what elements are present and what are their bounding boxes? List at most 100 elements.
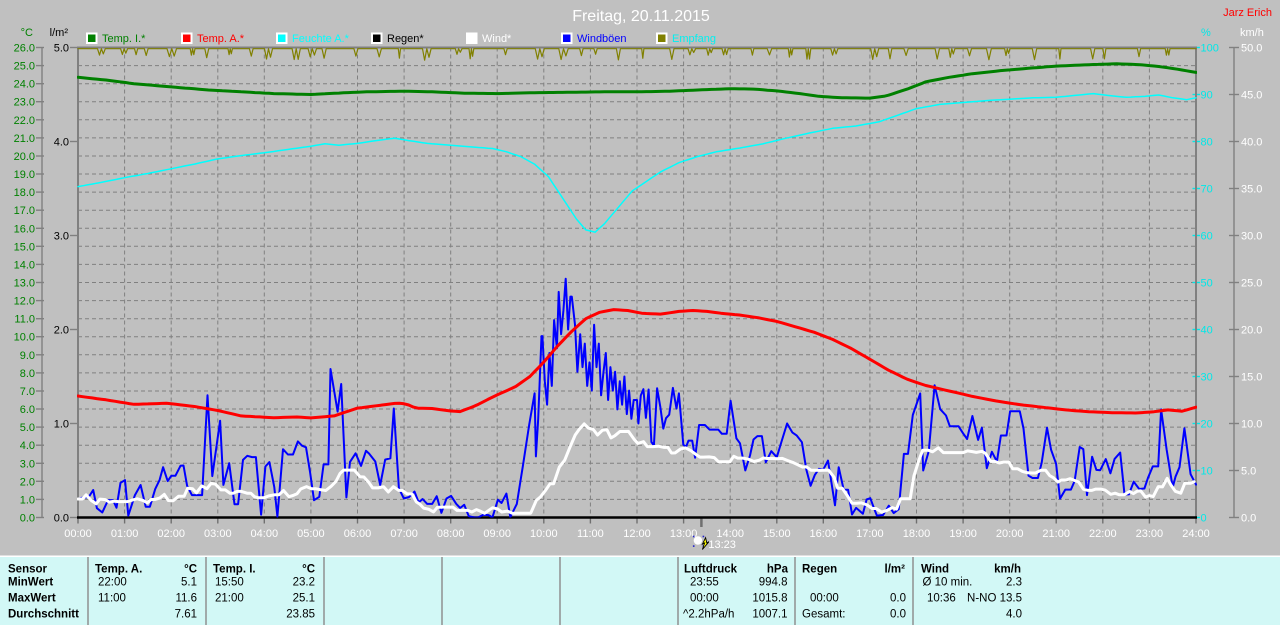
- svg-text:12:00: 12:00: [623, 528, 651, 540]
- svg-text:9.0: 9.0: [20, 350, 35, 362]
- svg-text:10:36: 10:36: [927, 593, 956, 605]
- svg-text:7.61: 7.61: [175, 609, 197, 621]
- svg-text:15:50: 15:50: [215, 577, 244, 589]
- svg-text:22:00: 22:00: [98, 577, 127, 589]
- svg-text:01:00: 01:00: [111, 528, 139, 540]
- svg-text:80: 80: [1201, 137, 1213, 149]
- svg-text:02:00: 02:00: [157, 528, 185, 540]
- svg-text:13:00: 13:00: [670, 528, 698, 540]
- svg-text:2.3: 2.3: [1006, 577, 1022, 589]
- svg-text:20:00: 20:00: [996, 528, 1024, 540]
- svg-text:10.0: 10.0: [1241, 419, 1262, 431]
- svg-text:20.0: 20.0: [14, 151, 35, 163]
- svg-text:l/m²: l/m²: [50, 27, 69, 39]
- svg-text:Temp. A.*: Temp. A.*: [197, 33, 245, 45]
- svg-text:Feuchte A.*: Feuchte A.*: [292, 33, 350, 45]
- svg-text:25.1: 25.1: [293, 593, 315, 605]
- svg-text:l/m²: l/m²: [885, 564, 906, 576]
- svg-text:18.0: 18.0: [14, 187, 35, 199]
- svg-text:00:00: 00:00: [64, 528, 92, 540]
- svg-text:0.0: 0.0: [54, 513, 69, 525]
- svg-text:23.85: 23.85: [286, 609, 315, 621]
- svg-text:5.0: 5.0: [1241, 466, 1256, 478]
- svg-text:5.0: 5.0: [20, 422, 35, 434]
- svg-text:°C: °C: [302, 564, 315, 576]
- svg-text:40.0: 40.0: [1241, 137, 1262, 149]
- svg-text:°C: °C: [184, 564, 197, 576]
- svg-text:24:00: 24:00: [1182, 528, 1210, 540]
- svg-text:15:00: 15:00: [763, 528, 791, 540]
- svg-text:25.0: 25.0: [14, 61, 35, 73]
- svg-text:2.0: 2.0: [54, 325, 69, 337]
- svg-text:60: 60: [1201, 231, 1213, 243]
- svg-text:N-NO 13.5: N-NO 13.5: [967, 593, 1022, 605]
- svg-text:1007.1: 1007.1: [752, 609, 787, 621]
- svg-text:11:00: 11:00: [577, 528, 604, 540]
- svg-text:3.0: 3.0: [20, 458, 35, 470]
- svg-text:90: 90: [1201, 90, 1213, 102]
- svg-text:8.0: 8.0: [20, 368, 35, 380]
- svg-text:MinWert: MinWert: [8, 577, 53, 589]
- svg-text:0.0: 0.0: [890, 593, 906, 605]
- svg-text:km/h: km/h: [994, 564, 1021, 576]
- svg-text:11.0: 11.0: [14, 314, 35, 326]
- svg-text:50: 50: [1201, 278, 1213, 290]
- svg-text:%: %: [1201, 27, 1211, 39]
- svg-text:994.8: 994.8: [759, 577, 788, 589]
- svg-text:4.0: 4.0: [54, 137, 69, 149]
- svg-text:08:00: 08:00: [437, 528, 465, 540]
- svg-text:hPa: hPa: [767, 564, 789, 576]
- svg-text:13.0: 13.0: [14, 278, 35, 290]
- svg-text:4.0: 4.0: [20, 440, 35, 452]
- svg-text:Empfang: Empfang: [672, 33, 716, 45]
- svg-text:19.0: 19.0: [14, 169, 35, 181]
- svg-text:Luftdruck: Luftdruck: [684, 564, 738, 576]
- svg-text:23:55: 23:55: [690, 577, 719, 589]
- svg-text:^2.2hPa/h: ^2.2hPa/h: [683, 609, 734, 621]
- svg-text:12.0: 12.0: [14, 296, 35, 308]
- svg-text:25.0: 25.0: [1241, 278, 1262, 290]
- svg-text:Ø 10 min.: Ø 10 min.: [923, 577, 973, 589]
- svg-text:10.0: 10.0: [14, 332, 35, 344]
- svg-text:5.0: 5.0: [54, 43, 69, 55]
- svg-text:23.2: 23.2: [293, 577, 315, 589]
- svg-text:23:00: 23:00: [1136, 528, 1164, 540]
- svg-text:Sensor: Sensor: [8, 564, 48, 576]
- svg-text:22:00: 22:00: [1089, 528, 1117, 540]
- svg-text:6.0: 6.0: [20, 404, 35, 416]
- svg-text:1.0: 1.0: [20, 494, 35, 506]
- svg-text:21:00: 21:00: [1042, 528, 1070, 540]
- svg-text:30.0: 30.0: [1241, 231, 1262, 243]
- svg-text:0.0: 0.0: [20, 513, 35, 525]
- svg-text:07:00: 07:00: [390, 528, 418, 540]
- svg-text:Regen: Regen: [802, 564, 837, 576]
- svg-text:10:00: 10:00: [530, 528, 558, 540]
- svg-text:100: 100: [1201, 43, 1219, 55]
- svg-text:26.0: 26.0: [14, 43, 35, 55]
- svg-text:°C: °C: [21, 27, 33, 39]
- svg-text:09:00: 09:00: [483, 528, 511, 540]
- svg-text:70: 70: [1201, 184, 1213, 196]
- svg-text:11:00: 11:00: [98, 593, 126, 605]
- svg-text:1015.8: 1015.8: [752, 593, 787, 605]
- svg-text:Freitag, 20.11.2015: Freitag, 20.11.2015: [572, 8, 710, 25]
- svg-text:MaxWert: MaxWert: [8, 593, 56, 605]
- svg-text:17.0: 17.0: [14, 205, 35, 217]
- svg-text:18:00: 18:00: [903, 528, 931, 540]
- svg-text:4.0: 4.0: [1006, 609, 1022, 621]
- svg-text:11.6: 11.6: [175, 593, 197, 605]
- svg-text:1.0: 1.0: [54, 419, 69, 431]
- svg-text:16.0: 16.0: [14, 223, 35, 235]
- svg-text:16:00: 16:00: [810, 528, 838, 540]
- svg-text:06:00: 06:00: [344, 528, 372, 540]
- svg-text:7.0: 7.0: [20, 386, 35, 398]
- svg-text:0.0: 0.0: [890, 609, 906, 621]
- svg-text:20.0: 20.0: [1241, 325, 1262, 337]
- svg-text:23.0: 23.0: [14, 97, 35, 109]
- svg-text:Windböen: Windböen: [577, 33, 627, 45]
- svg-text:22.0: 22.0: [14, 115, 35, 127]
- svg-text:5.1: 5.1: [181, 577, 197, 589]
- svg-text:km/h: km/h: [1240, 27, 1264, 39]
- svg-text:2.0: 2.0: [20, 476, 35, 488]
- svg-text:30: 30: [1201, 372, 1213, 384]
